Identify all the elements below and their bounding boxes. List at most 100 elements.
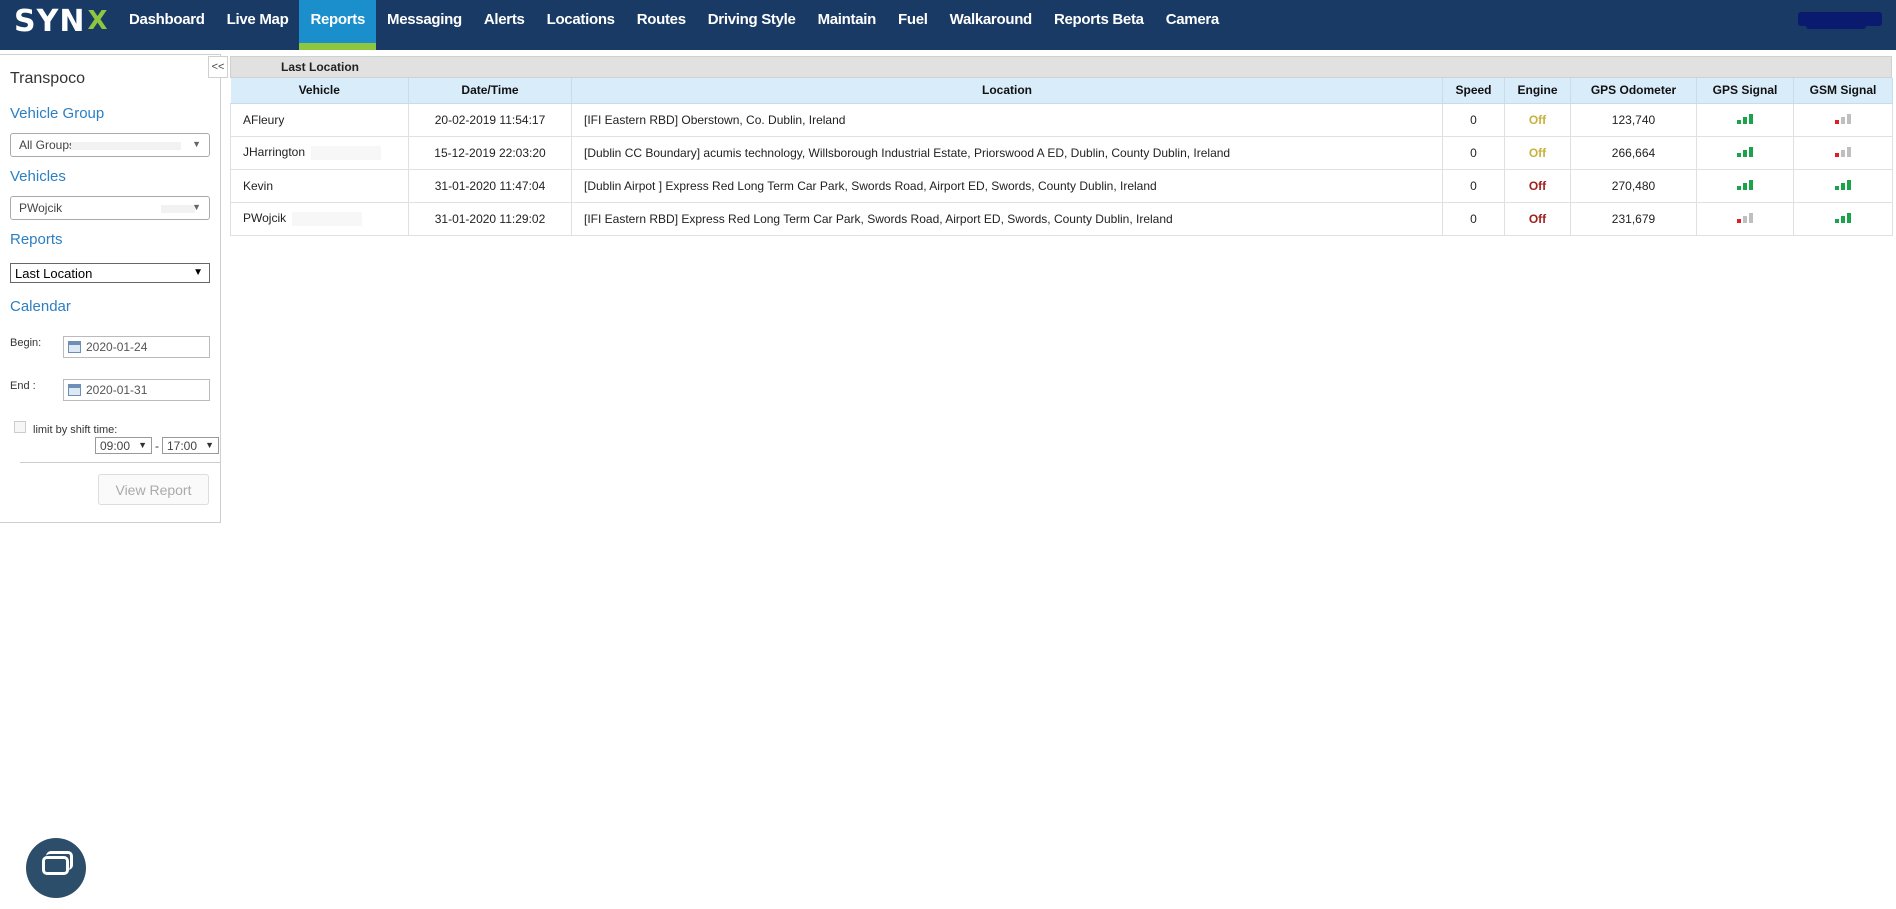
column-header-location[interactable]: Location [571, 78, 1443, 104]
table-row[interactable]: AFleury 20-02-2019 11:54:17 [IFI Eastern R… [230, 102, 1893, 137]
datetime-cell: 31-01-2020 11:29:02 [408, 201, 572, 236]
vehicle-cell: AFleury [230, 102, 409, 137]
column-header-date-time[interactable]: Date/Time [408, 78, 572, 104]
logo-accent: X [87, 6, 109, 36]
column-header-gps-signal[interactable]: GPS Signal [1696, 78, 1794, 104]
odometer-cell-text: 231,679 [1611, 211, 1656, 226]
odometer-cell: 123,740 [1570, 102, 1697, 137]
end-date-input[interactable]: 2020-01-31 [63, 379, 210, 401]
speed-cell-text: 0 [1470, 211, 1477, 226]
column-header-engine[interactable]: Engine [1504, 78, 1571, 104]
top-navigation-bar: SYN X Dashboard Live Map Reports Messaging Al… [0, 0, 1896, 50]
gps-signal-icon [1737, 178, 1753, 190]
table-row[interactable]: Kevin 31-01-2020 11:47:04 [Dublin Airpot ]… [230, 168, 1893, 203]
nav-camera[interactable]: Camera [1155, 0, 1230, 50]
speed-cell: 0 [1442, 135, 1505, 170]
gsm-signal-cell [1793, 201, 1893, 236]
engine-status-cell: Off [1504, 201, 1571, 236]
nav-fuel[interactable]: Fuel [887, 0, 939, 50]
report-title: Last Location [230, 56, 1892, 78]
calendar-icon[interactable] [68, 384, 81, 396]
vehicle-cell-text: Kevin [243, 178, 274, 193]
shift-start-select[interactable]: 09:00 ▼ [95, 437, 152, 454]
nav-alerts[interactable]: Alerts [473, 0, 536, 50]
synx-logo[interactable]: SYN X [14, 4, 109, 39]
nav-routes[interactable]: Routes [626, 0, 697, 50]
company-name: Transpoco [10, 70, 85, 87]
location-cell: [Dublin Airpot ] Express Red Long Term C… [571, 168, 1443, 203]
vehicle-group-label: Vehicle Group [10, 105, 105, 122]
nav-reports[interactable]: Reports [299, 0, 377, 50]
gps-signal-cell [1696, 135, 1794, 170]
vehicle-cell: PWojcik [230, 201, 409, 236]
column-header-gsm-signal[interactable]: GSM Signal [1793, 78, 1893, 104]
calendar-icon[interactable] [68, 341, 81, 353]
shift-end-value: 17:00 [167, 439, 198, 453]
report-type-select[interactable]: Last Location ▼ [10, 263, 210, 283]
engine-status-cell-text: Off [1528, 211, 1547, 226]
gsm-signal-cell [1793, 135, 1893, 170]
table-row[interactable]: PWojcik 31-01-2020 11:29:02 [IFI Eastern R… [230, 201, 1893, 236]
gps-signal-icon [1737, 211, 1753, 223]
begin-label: Begin: [10, 337, 42, 349]
location-cell-text: [Dublin CC Boundary] acumis technology, … [584, 145, 1231, 160]
end-date-value: 2020-01-31 [86, 383, 148, 397]
odometer-cell-text: 270,480 [1611, 178, 1656, 193]
redacted-area [161, 205, 195, 213]
nav-walkaround[interactable]: Walkaround [939, 0, 1043, 50]
engine-status-cell-text: Off [1528, 112, 1547, 127]
gsm-signal-icon [1835, 145, 1851, 157]
datetime-cell: 15-12-2019 22:03:20 [408, 135, 572, 170]
view-report-button[interactable]: View Report [98, 474, 209, 505]
chevron-down-icon: ▼ [192, 202, 201, 212]
vehicle-cell-text: AFleury [243, 112, 285, 127]
calendar-label: Calendar [10, 298, 71, 315]
vehicle-group-select[interactable]: All Groups ▼ [10, 133, 210, 157]
gps-signal-cell [1696, 201, 1794, 236]
user-menu-redacted[interactable] [1798, 12, 1882, 29]
column-header-speed[interactable]: Speed [1442, 78, 1505, 104]
vehicle-cell: JHarrington [230, 135, 409, 170]
vehicle-cell: Kevin [230, 168, 409, 203]
column-header-vehicle[interactable]: Vehicle [230, 78, 409, 104]
engine-status-cell: Off [1504, 102, 1571, 137]
speed-cell: 0 [1442, 201, 1505, 236]
begin-date-input[interactable]: 2020-01-24 [63, 336, 210, 358]
engine-status-cell: Off [1504, 135, 1571, 170]
nav-driving-style[interactable]: Driving Style [697, 0, 807, 50]
vehicles-select[interactable]: PWojcik ▼ [10, 196, 210, 220]
sidebar-divider [20, 462, 220, 463]
collapse-sidebar-button[interactable]: << [208, 56, 228, 78]
datetime-cell-text: 15-12-2019 22:03:20 [434, 145, 546, 160]
nav-locations[interactable]: Locations [536, 0, 626, 50]
shift-time-checkbox[interactable] [14, 421, 26, 433]
nav-messaging[interactable]: Messaging [376, 0, 473, 50]
gsm-signal-icon [1835, 211, 1851, 223]
vehicle-cell-text: PWojcik [243, 211, 287, 226]
datetime-cell: 31-01-2020 11:47:04 [408, 168, 572, 203]
speed-cell: 0 [1442, 102, 1505, 137]
gps-signal-cell [1696, 102, 1794, 137]
chevron-down-icon: ▼ [193, 267, 203, 278]
location-cell: [Dublin CC Boundary] acumis technology, … [571, 135, 1443, 170]
nav-reports-beta[interactable]: Reports Beta [1043, 0, 1155, 50]
odometer-cell: 231,679 [1570, 201, 1697, 236]
shift-time-label: limit by shift time: [33, 424, 118, 436]
speed-cell-text: 0 [1470, 112, 1477, 127]
redacted-area [292, 211, 363, 226]
odometer-cell: 270,480 [1570, 168, 1697, 203]
datetime-cell-text: 31-01-2020 11:47:04 [434, 178, 546, 193]
vehicles-value: PWojcik [19, 201, 63, 215]
shift-time-separator: - [155, 439, 159, 453]
speed-cell-text: 0 [1470, 178, 1477, 193]
chat-bubble-icon[interactable] [26, 838, 86, 898]
speed-cell-text: 0 [1470, 145, 1477, 160]
nav-live-map[interactable]: Live Map [216, 0, 300, 50]
column-header-gps-odometer[interactable]: GPS Odometer [1570, 78, 1697, 104]
nav-maintain[interactable]: Maintain [807, 0, 887, 50]
last-location-table: Vehicle Date/Time Location Speed Engine GPS O… [230, 78, 1893, 236]
nav-dashboard[interactable]: Dashboard [118, 0, 216, 50]
table-row[interactable]: JHarrington 15-12-2019 22:03:20 [Dublin CC… [230, 135, 1893, 170]
gps-signal-cell [1696, 168, 1794, 203]
shift-end-select[interactable]: 17:00 ▼ [162, 437, 219, 454]
